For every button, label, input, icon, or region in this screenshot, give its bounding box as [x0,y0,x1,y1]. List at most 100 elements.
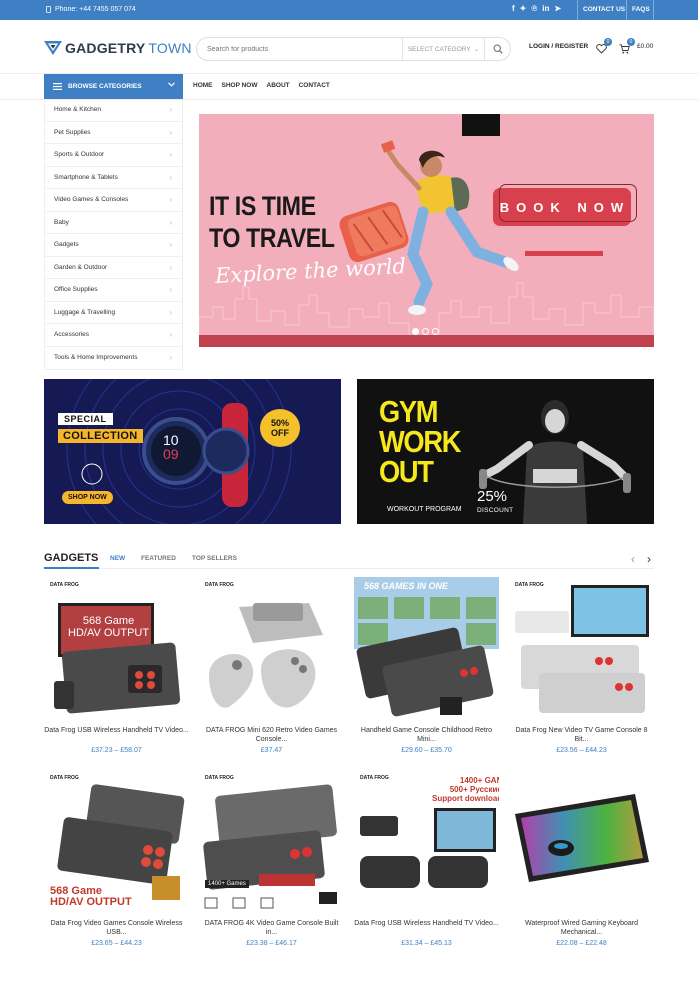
category-item[interactable]: Sports & Outdoor › [45,144,182,167]
product-card[interactable]: DATA FROG 568 Game HD/AV OUTPUT Data Fro… [44,770,189,960]
search-input[interactable] [197,45,402,53]
product-image[interactable]: DATA FROG [509,577,654,722]
logo-text-primary: GADGETRY [65,40,146,56]
nav-about[interactable]: ABOUT [267,82,290,89]
category-item[interactable]: Pet Supplies › [45,122,182,144]
nav-contact[interactable]: CONTACT [299,82,330,89]
category-label: Home & Kitchen [54,106,101,114]
category-item[interactable]: Tools & Home Improvements › [45,347,182,370]
nav-shop-now[interactable]: SHOP NOW [222,82,258,89]
pinterest-icon[interactable]: ℗ [531,4,537,13]
navigation-bar: BROWSE CATEGORIES HOME SHOP NOW ABOUT CO… [0,74,698,100]
telegram-icon[interactable]: ➤ [554,4,561,13]
product-card[interactable]: DATA FROG Data Frog New Video TV Game Co… [509,577,654,767]
product-card[interactable]: Waterproof Wired Gaming Keyboard Mechani… [509,770,654,960]
product-image[interactable]: DATA FROG 1400+ Games [199,770,344,915]
site-logo[interactable]: GADGETRY TOWN [44,40,192,56]
category-item[interactable]: Smartphone & Tablets › [45,167,182,189]
prev-arrow-icon[interactable]: ‹ [631,552,635,566]
hero-headline: IT IS TIME TO TRAVEL [209,190,335,254]
product-image-text: 568 Game HD/AV OUTPUT [50,885,132,908]
product-image[interactable]: DATA FROG [199,577,344,722]
cart-total: £0.00 [637,43,654,50]
gym-workout-banner[interactable]: GYM WORK OUT WORKOUT PROGRAM 25% DISCOUN… [357,379,654,524]
tab-top-sellers[interactable]: TOP SELLERS [192,555,237,562]
product-image[interactable]: DATA FROG 1400+ GAMES 500+ Русские игры … [354,770,499,915]
next-arrow-icon[interactable]: › [647,552,651,566]
product-section-header: GADGETS NEW FEATURED TOP SELLERS ‹ › [44,551,654,569]
chevron-right-icon: › [169,217,172,227]
site-header: GADGETRYTOWN SELECT CATEGORY ⌄ LOGIN / R… [0,20,698,74]
product-card[interactable]: DATA FROG 1400+ Games DATA FROG 4K Video… [199,770,344,960]
wishlist-button[interactable]: 0 [596,38,612,59]
product-image-text: 568 Game HD/AV OUTPUT [68,615,150,639]
hero-accent-line [525,251,603,256]
chevron-right-icon: › [169,195,172,205]
slider-dot[interactable] [412,328,419,335]
product-name[interactable]: Handheld Game Console Childhood Retro Mi… [354,726,499,744]
product-name[interactable]: Data Frog Video Games Console Wireless U… [44,919,189,937]
tab-featured[interactable]: FEATURED [141,555,176,562]
brand-logo: DATA FROG [50,582,79,588]
brand-logo: DATA FROG [205,582,234,588]
product-image[interactable]: DATA FROG 568 Game HD/AV OUTPUT [44,770,189,915]
login-register-link[interactable]: LOGIN / REGISTER [529,43,588,50]
hero-slider[interactable]: IT IS TIME TO TRAVEL Explore the world B… [199,114,654,347]
product-image[interactable]: 568 GAMES IN ONE [354,577,499,722]
category-item[interactable]: Baby › [45,212,182,234]
facebook-icon[interactable]: f [512,4,515,13]
logo-mark-icon [44,41,62,55]
product-price: £37.23 – £58.07 [91,747,142,754]
brand-logo: DATA FROG [360,775,389,781]
discount-value: 25% [477,488,508,505]
watch-time-display: 10 09 [163,433,179,461]
shop-now-button[interactable]: SHOP NOW [62,491,113,504]
nav-home[interactable]: HOME [193,82,213,89]
chevron-right-icon: › [169,330,172,340]
product-name[interactable]: Waterproof Wired Gaming Keyboard Mechani… [509,919,654,937]
product-name[interactable]: DATA FROG Mini 620 Retro Video Games Con… [199,726,344,744]
search-icon [492,44,503,54]
category-item[interactable]: Garden & Outdoor › [45,257,182,279]
product-image[interactable] [509,770,654,915]
product-card[interactable]: DATA FROG 1400+ GAMES 500+ Русские игры … [354,770,499,960]
wishlist-count-badge: 0 [604,38,612,46]
product-card[interactable]: 568 GAMES IN ONE Handheld Game Console C… [354,577,499,767]
product-price: £29.60 – £35.70 [401,747,452,754]
category-item[interactable]: Accessories › [45,324,182,347]
discount-off: OFF [270,428,289,438]
chevron-right-icon: › [169,307,172,317]
contact-us-link[interactable]: CONTACT US [583,6,625,13]
category-item[interactable]: Luggage & Travelling › [45,302,182,324]
divider [577,0,578,20]
search-button[interactable] [484,38,510,60]
slider-dot[interactable] [432,328,439,335]
cart-button[interactable]: 0 [619,38,635,59]
product-name[interactable]: Data Frog USB Wireless Handheld TV Video… [44,726,189,735]
cart-count-badge: 0 [627,38,635,46]
faqs-link[interactable]: FAQS [632,6,650,13]
top-bar: Phone: +44 7455 057 074 f ✦ ℗ in ➤ CONTA… [0,0,698,20]
social-links: f ✦ ℗ in ➤ [512,4,561,13]
book-now-outline [499,184,637,222]
product-name[interactable]: DATA FROG 4K Video Game Console Built in… [199,919,344,937]
product-card[interactable]: DATA FROG 568 Game HD/AV OUTPUT Data Fro… [44,577,189,767]
product-image[interactable]: DATA FROG 568 Game HD/AV OUTPUT [44,577,189,722]
product-name[interactable]: Data Frog USB Wireless Handheld TV Video… [354,919,499,928]
tab-new[interactable]: NEW [110,555,125,562]
twitter-icon[interactable]: ✦ [520,4,527,13]
category-item[interactable]: Office Supplies › [45,279,182,302]
category-item[interactable]: Home & Kitchen › [45,99,182,122]
traveler-image [339,140,519,315]
workout-program-text: WORKOUT PROGRAM [387,506,462,513]
linkedin-icon[interactable]: in [542,4,549,13]
special-collection-banner[interactable]: SPECIAL COLLECTION 10 09 50% OFF SHOP NOW [44,379,341,524]
category-item[interactable]: Gadgets › [45,234,182,257]
product-card[interactable]: DATA FROG DATA FROG Mini 620 Retro Video… [199,577,344,767]
category-select[interactable]: SELECT CATEGORY ⌄ [402,38,484,60]
browse-categories-button[interactable]: BROWSE CATEGORIES [44,74,183,99]
product-name[interactable]: Data Frog New Video TV Game Console 8 Bi… [509,726,654,744]
watch-time-hours: 10 [163,432,179,448]
slider-dot[interactable] [422,328,429,335]
category-item[interactable]: Video Games & Consoles › [45,189,182,212]
